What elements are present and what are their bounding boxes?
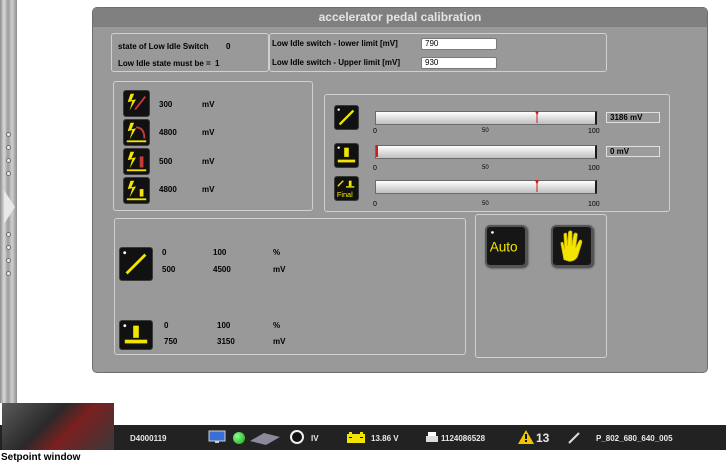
scale-min: 0	[373, 128, 377, 135]
idle-switch-icon	[334, 143, 359, 168]
connection-status-icon	[233, 432, 245, 444]
must-be-value: 1	[215, 59, 220, 68]
sensor-values-box: 300 mV 4800 mV 500 mV 4800 mV	[113, 81, 313, 211]
left-rail	[0, 0, 17, 403]
rail-dot	[6, 232, 11, 237]
vehicle-thumbnail	[2, 403, 114, 450]
slider-marker[interactable]	[535, 180, 540, 192]
sensor-value: 4800	[159, 185, 177, 194]
sensor-lightning-bar-icon	[123, 177, 150, 204]
diagnostic-device-icon	[250, 433, 280, 447]
scale-max: 100	[588, 165, 600, 172]
lower-limit-field[interactable]: 790	[421, 38, 497, 50]
mv-unit: mV	[273, 337, 286, 346]
mv-unit: mV	[273, 265, 286, 274]
pedal-ramp-icon	[334, 105, 359, 130]
rail-dot	[6, 245, 11, 250]
switch-state-box: state of Low Idle Switch 0 Low Idle stat…	[111, 33, 269, 72]
status-bar: D4000119 IV 13.86 V 1124086528 13 P_802_…	[0, 403, 726, 450]
software-version: P_802_680_640_005	[596, 434, 673, 443]
slider-marker[interactable]	[535, 111, 540, 123]
must-be-label: Low Idle state must be =	[118, 59, 211, 68]
final-icon: Final	[334, 176, 359, 201]
scale-max: 100	[588, 201, 600, 208]
rail-dot	[6, 271, 11, 276]
rail-dot	[6, 132, 11, 137]
mv-min: 750	[164, 337, 178, 346]
slider-track[interactable]	[375, 111, 597, 125]
percent-unit: %	[273, 321, 281, 330]
upper-limit-label: Low Idle switch - Upper limit [mV]	[272, 58, 401, 67]
warning-count: 13	[536, 431, 550, 445]
tools-icon	[567, 431, 581, 447]
ranges-box: 0 100 % 500 4500 mV 0 100 % 750 3150 mV	[114, 218, 466, 355]
auto-button[interactable]: Auto	[485, 225, 527, 267]
sensor-unit: mV	[202, 100, 215, 109]
upper-limit-field[interactable]: 930	[421, 57, 497, 69]
sensor-unit: mV	[202, 185, 215, 194]
sensor-lightning-bar-icon	[123, 148, 150, 175]
scale-mid: 50	[482, 165, 489, 171]
percent-min: 0	[164, 321, 169, 330]
scale-min: 0	[373, 165, 377, 172]
version-label: IV	[311, 434, 319, 443]
mv-min: 500	[162, 265, 176, 274]
expand-arrow-icon[interactable]	[4, 190, 15, 224]
caption: Setpoint window	[1, 452, 81, 463]
rail-dot	[6, 158, 11, 163]
sensor-unit: mV	[202, 157, 215, 166]
hand-icon[interactable]	[551, 225, 593, 267]
final-icon-label: Final	[337, 190, 353, 199]
session-counter: 1124086528	[441, 434, 486, 443]
slider-track[interactable]	[375, 180, 597, 194]
sensor-value: 4800	[159, 128, 177, 137]
mode-buttons-box: Auto	[475, 214, 607, 358]
percent-unit: %	[273, 248, 281, 257]
printer-icon	[425, 431, 439, 447]
battery-voltage: 13.86 V	[371, 434, 399, 443]
slider-marker[interactable]	[376, 145, 380, 157]
scale-max: 100	[588, 128, 600, 135]
sensor-value: 300	[159, 100, 173, 109]
percent-max: 100	[217, 321, 231, 330]
pedal-ramp-icon	[119, 247, 153, 281]
calibration-panel: accelerator pedal calibration state of L…	[92, 7, 708, 373]
warning-icon[interactable]	[518, 430, 534, 446]
vehicle-id: D4000119	[130, 434, 167, 443]
head-profile-icon	[288, 430, 306, 448]
idle-switch-icon	[119, 320, 153, 350]
monitor-icon[interactable]	[208, 430, 230, 446]
mv-max: 3150	[217, 337, 235, 346]
rail-dot	[6, 171, 11, 176]
scale-min: 0	[373, 201, 377, 208]
mv-max: 4500	[213, 265, 231, 274]
rail-dot	[6, 145, 11, 150]
auto-button-label: Auto	[490, 239, 518, 254]
window-title: accelerator pedal calibration	[93, 8, 707, 27]
scale-mid: 50	[482, 128, 489, 134]
lower-limit-label: Low Idle switch - lower limit [mV]	[272, 39, 398, 48]
percent-max: 100	[213, 248, 227, 257]
rail-dot	[6, 258, 11, 263]
percent-min: 0	[162, 248, 167, 257]
battery-icon	[346, 432, 366, 446]
slider-readout: 3186 mV	[606, 112, 660, 123]
sensor-unit: mV	[202, 128, 215, 137]
state-label: state of Low Idle Switch	[118, 42, 209, 51]
sensor-lightning-curve-icon	[123, 119, 150, 146]
slider-track[interactable]	[375, 145, 597, 159]
sliders-box: 0 50 100 3186 mV 0 50 100 0 mV Final 0 5…	[324, 94, 670, 212]
scale-mid: 50	[482, 201, 489, 207]
slider-readout: 0 mV	[606, 146, 660, 157]
switch-limits-box: Low Idle switch - lower limit [mV] 790 L…	[269, 33, 607, 72]
state-value: 0	[226, 42, 231, 51]
sensor-lightning-ramp-icon	[123, 90, 150, 117]
sensor-value: 500	[159, 157, 173, 166]
